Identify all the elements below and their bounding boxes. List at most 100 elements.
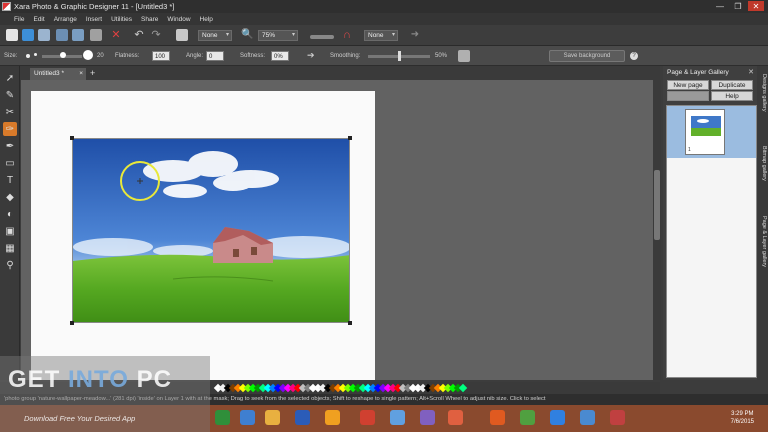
side-tab-bitmap[interactable]: Bitmap gallery [758, 146, 767, 181]
export-icon[interactable] [72, 29, 84, 41]
app-taskbar-icon-2[interactable] [390, 410, 405, 425]
rectangle-tool-icon[interactable]: ▭ [3, 156, 17, 170]
color-swatch[interactable] [458, 383, 468, 393]
brush-options-icon[interactable] [458, 50, 470, 62]
brush-size-small-icon[interactable] [26, 54, 30, 58]
softness-label: Softness: [240, 53, 266, 59]
document-page[interactable] [31, 91, 375, 380]
page-thumbnail[interactable]: 1 [685, 109, 725, 155]
page-thumbnail-image [691, 116, 721, 136]
gallery-close-icon[interactable]: ✕ [748, 68, 754, 76]
app-taskbar-icon-3[interactable] [420, 410, 435, 425]
selection-handle-bl[interactable] [70, 321, 74, 325]
xara-app-icon[interactable] [2, 2, 11, 11]
arrow-right-icon[interactable]: ➔ [307, 50, 319, 62]
watermark-tagline: Download Free Your Desired App [24, 414, 136, 423]
contour-tool-icon[interactable]: ✂ [3, 105, 17, 119]
word-taskbar-icon[interactable] [295, 410, 310, 425]
page-list-item[interactable]: 1 [667, 106, 756, 158]
menu-file[interactable]: File [14, 16, 24, 23]
gallery-help-button[interactable]: Help [711, 91, 753, 101]
smoothing-value: 50% [435, 53, 448, 59]
explorer-taskbar-icon[interactable] [240, 410, 255, 425]
menu-edit[interactable]: Edit [33, 16, 44, 23]
smoothing-slider-knob[interactable] [398, 51, 401, 61]
cut-icon[interactable]: ✕ [110, 29, 122, 41]
size-slider-knob[interactable] [60, 52, 66, 58]
brush-size-large-icon[interactable] [83, 50, 93, 60]
meadow-photo[interactable] [72, 138, 350, 323]
softness-field[interactable]: 0% [271, 51, 289, 61]
maximize-button[interactable]: ❐ [730, 1, 746, 11]
zoom-slider[interactable] [310, 35, 334, 39]
menu-help[interactable]: Help [200, 16, 213, 23]
zoom-tool-icon[interactable]: 🔍 [241, 29, 253, 41]
pen-tool-icon[interactable]: ✒ [3, 139, 17, 153]
angle-field[interactable]: 0 [206, 51, 224, 61]
zoom-combo[interactable]: 75% [258, 30, 298, 41]
chrome-taskbar-icon[interactable] [550, 410, 565, 425]
folder-taskbar-icon[interactable] [265, 410, 280, 425]
scrollbar-thumb[interactable] [654, 170, 660, 240]
photo-tool-icon[interactable]: ▦ [3, 241, 17, 255]
excel-taskbar-icon[interactable] [215, 410, 230, 425]
undo-icon[interactable]: ↶ [133, 29, 145, 41]
option-combo-1[interactable]: None [198, 30, 232, 41]
menu-bar: File Edit Arrange Insert Utilities Share… [0, 13, 768, 25]
new-document-icon[interactable] [6, 29, 18, 41]
save-background-button[interactable]: Save background [549, 50, 625, 62]
gallery-title: Page & Layer Gallery [667, 69, 729, 76]
text-tool-icon[interactable]: T [3, 173, 17, 187]
duplicate-button[interactable]: Duplicate [711, 80, 753, 90]
menu-arrange[interactable]: Arrange [54, 16, 77, 23]
save-icon[interactable] [38, 29, 50, 41]
option-combo-3[interactable]: None [364, 30, 398, 41]
help-icon[interactable]: ? [630, 52, 638, 60]
xara-taskbar-icon[interactable] [610, 410, 625, 425]
flatness-field[interactable]: 100 [152, 51, 170, 61]
redo-icon[interactable]: ↷ [150, 29, 162, 41]
app-taskbar-icon-1[interactable] [325, 410, 340, 425]
menu-window[interactable]: Window [167, 16, 190, 23]
page-list[interactable]: 1 [666, 105, 757, 378]
zoom-tool-icon[interactable]: ⚲ [3, 258, 17, 272]
menu-utilities[interactable]: Utilities [111, 16, 132, 23]
side-tab-page-layer[interactable]: Page & Layer gallery [758, 216, 767, 267]
taskbar-clock[interactable]: 3:29 PM 7/6/2015 [731, 410, 754, 426]
close-button[interactable]: ✕ [748, 1, 764, 11]
zoom-fit-icon[interactable] [176, 29, 188, 41]
brush-size-dot-icon[interactable] [34, 53, 37, 56]
forward-arrow-icon[interactable]: ➜ [409, 29, 421, 41]
selection-handle-tl[interactable] [70, 136, 74, 140]
menu-insert[interactable]: Insert [86, 16, 102, 23]
app-taskbar-icon-6[interactable] [580, 410, 595, 425]
brush-tool-icon[interactable]: ✑ [3, 122, 17, 136]
menu-share[interactable]: Share [141, 16, 158, 23]
app-taskbar-icon-4[interactable] [448, 410, 463, 425]
copy-icon[interactable] [90, 29, 102, 41]
app-taskbar-icon-5[interactable] [520, 410, 535, 425]
firefox-taskbar-icon[interactable] [490, 410, 505, 425]
tab-untitled3[interactable]: Untitled3 * × [30, 68, 86, 80]
add-tab-icon[interactable]: + [90, 68, 95, 78]
vertical-scrollbar[interactable] [653, 80, 661, 380]
minimize-button[interactable]: — [712, 1, 728, 11]
document-tabs: Untitled3 * × + [20, 66, 660, 80]
selection-handle-br[interactable] [348, 321, 352, 325]
side-tab-designs[interactable]: Designs gallery [758, 74, 767, 112]
transparency-tool-icon[interactable]: ◐ [3, 207, 17, 221]
clock-date: 7/6/2015 [730, 419, 754, 425]
open-icon[interactable] [22, 29, 34, 41]
canvas-workspace[interactable] [21, 80, 653, 380]
powerpoint-taskbar-icon[interactable] [360, 410, 375, 425]
shape-editor-tool-icon[interactable]: ✎ [3, 88, 17, 102]
import-icon[interactable] [56, 29, 68, 41]
new-page-button[interactable]: New page [667, 80, 709, 90]
magnet-icon[interactable]: ∩ [341, 29, 353, 41]
selection-handle-tr[interactable] [348, 136, 352, 140]
close-tab-icon[interactable]: × [79, 68, 83, 80]
shadow-tool-icon[interactable]: ▣ [3, 224, 17, 238]
fill-tool-icon[interactable]: ◆ [3, 190, 17, 204]
selector-tool-icon[interactable]: ➚ [3, 71, 17, 85]
gallery-blank-button[interactable] [667, 91, 709, 101]
